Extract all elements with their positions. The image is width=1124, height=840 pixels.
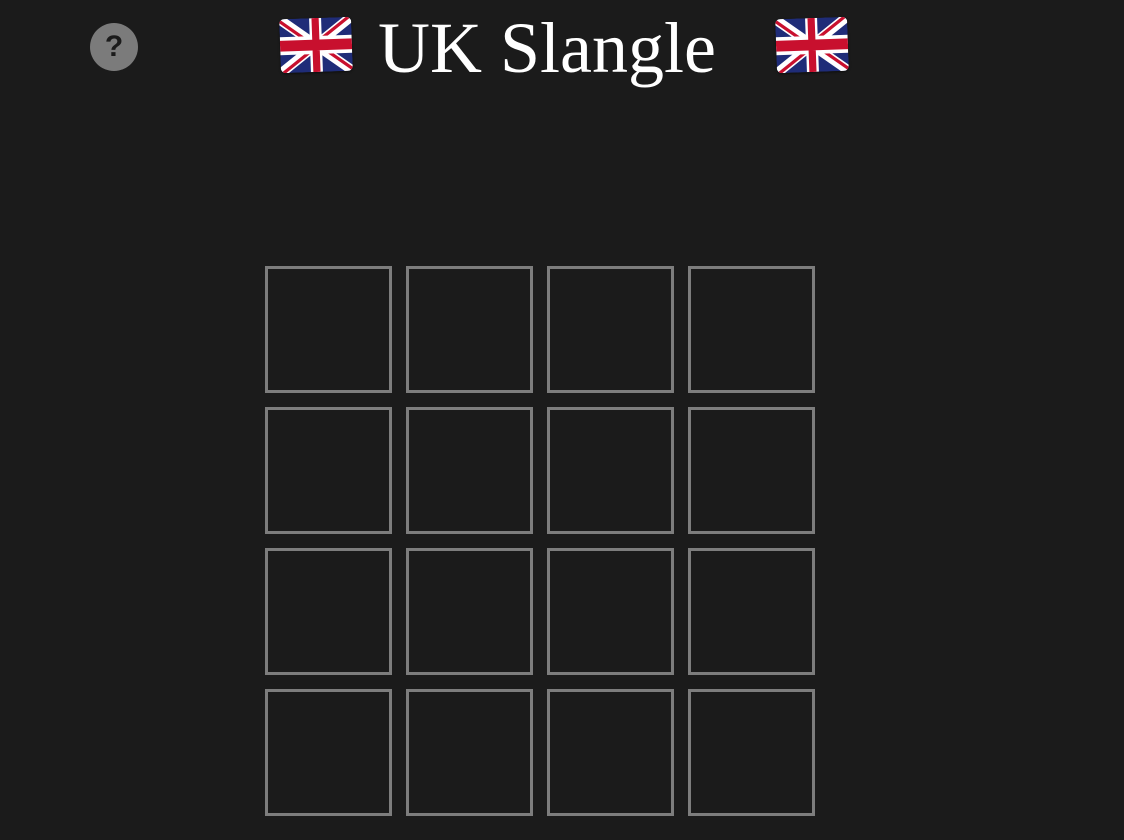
game-board xyxy=(265,266,815,816)
tile xyxy=(265,689,392,816)
tile xyxy=(547,266,674,393)
header: UK Slangle xyxy=(0,0,1124,96)
tile xyxy=(265,266,392,393)
tile xyxy=(688,548,815,675)
uk-flag-icon xyxy=(279,16,353,74)
tile xyxy=(406,407,533,534)
tile xyxy=(688,266,815,393)
tile xyxy=(688,689,815,816)
tile xyxy=(406,266,533,393)
uk-flag-icon xyxy=(775,16,849,74)
tile xyxy=(547,407,674,534)
page-title: UK Slangle xyxy=(378,8,716,88)
tile xyxy=(406,548,533,675)
tile xyxy=(547,689,674,816)
tile xyxy=(406,689,533,816)
tile xyxy=(688,407,815,534)
tile xyxy=(265,548,392,675)
tile xyxy=(547,548,674,675)
tile xyxy=(265,407,392,534)
